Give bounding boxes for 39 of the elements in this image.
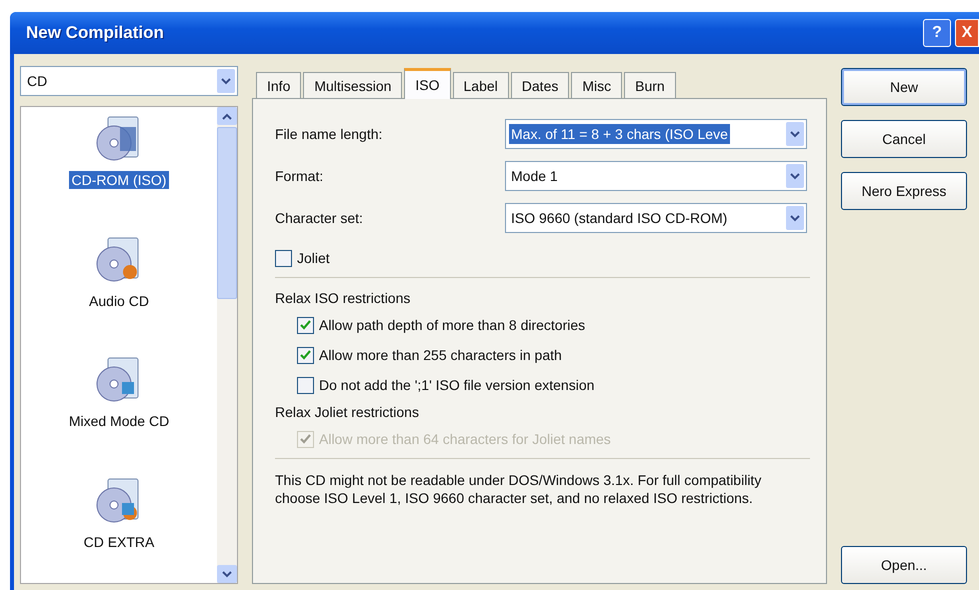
tab[interactable]: ISO xyxy=(404,68,451,99)
tab[interactable]: Dates xyxy=(510,72,570,98)
checkbox[interactable] xyxy=(297,376,314,394)
window-title: New Compilation xyxy=(26,23,164,43)
scrollbar[interactable] xyxy=(217,107,237,583)
tab[interactable]: Label xyxy=(452,72,509,98)
compilation-type-item[interactable]: CD-ROM (ISO) xyxy=(68,171,170,189)
group-title: Relax Joliet restrictions xyxy=(275,403,420,422)
dropdown-field[interactable]: Max. of 11 = 8 + 3 chars (ISO Leve xyxy=(505,119,807,149)
dropdown-field[interactable]: ISO 9660 (standard ISO CD-ROM) xyxy=(505,203,807,233)
close-button[interactable]: X xyxy=(955,19,979,47)
scroll-down-icon[interactable] xyxy=(217,565,237,583)
scroll-up-icon[interactable] xyxy=(217,107,237,125)
group-title: Relax ISO restrictions xyxy=(275,289,412,308)
checkbox-label[interactable]: Allow path depth of more than 8 directories xyxy=(319,317,586,333)
dropdown-field[interactable]: Mode 1 xyxy=(505,161,807,191)
tab[interactable]: Burn xyxy=(624,72,676,98)
tab[interactable]: Misc xyxy=(571,72,622,98)
checkbox[interactable] xyxy=(297,346,314,364)
dialog-button[interactable]: Nero Express xyxy=(841,172,967,210)
dialog-button[interactable]: New xyxy=(841,68,967,106)
dialog-button[interactable]: Cancel xyxy=(841,120,967,158)
tab[interactable]: Multisession xyxy=(303,72,402,98)
field-label: File name length: xyxy=(275,126,384,142)
checkbox-label[interactable]: Do not add the ';1' ISO file version extension xyxy=(319,377,594,393)
compilation-type-item[interactable]: CD EXTRA xyxy=(80,532,158,550)
compatibility-note: This CD might not be readable under DOS/Windows 3.1x. For full compatibility choose ISO Level 1, ISO 9660 character set, and no relaxed ISO restrictions. xyxy=(275,471,762,508)
open-button[interactable]: Open... xyxy=(841,546,967,584)
field-label: Format: xyxy=(275,168,324,184)
compilation-type-item[interactable]: Mixed Mode CD xyxy=(66,412,172,430)
media-combo[interactable]: CD xyxy=(20,66,238,96)
compilation-type-item[interactable]: Audio CD xyxy=(86,292,152,310)
help-button[interactable]: ? xyxy=(923,19,951,47)
checkbox[interactable] xyxy=(297,316,314,334)
checkbox[interactable] xyxy=(275,250,292,266)
checkbox-label[interactable]: Joliet xyxy=(297,250,330,266)
tab[interactable]: Info xyxy=(256,72,302,98)
field-label: Character set: xyxy=(275,210,364,226)
checkbox-label[interactable]: Allow more than 255 characters in path xyxy=(319,347,562,363)
